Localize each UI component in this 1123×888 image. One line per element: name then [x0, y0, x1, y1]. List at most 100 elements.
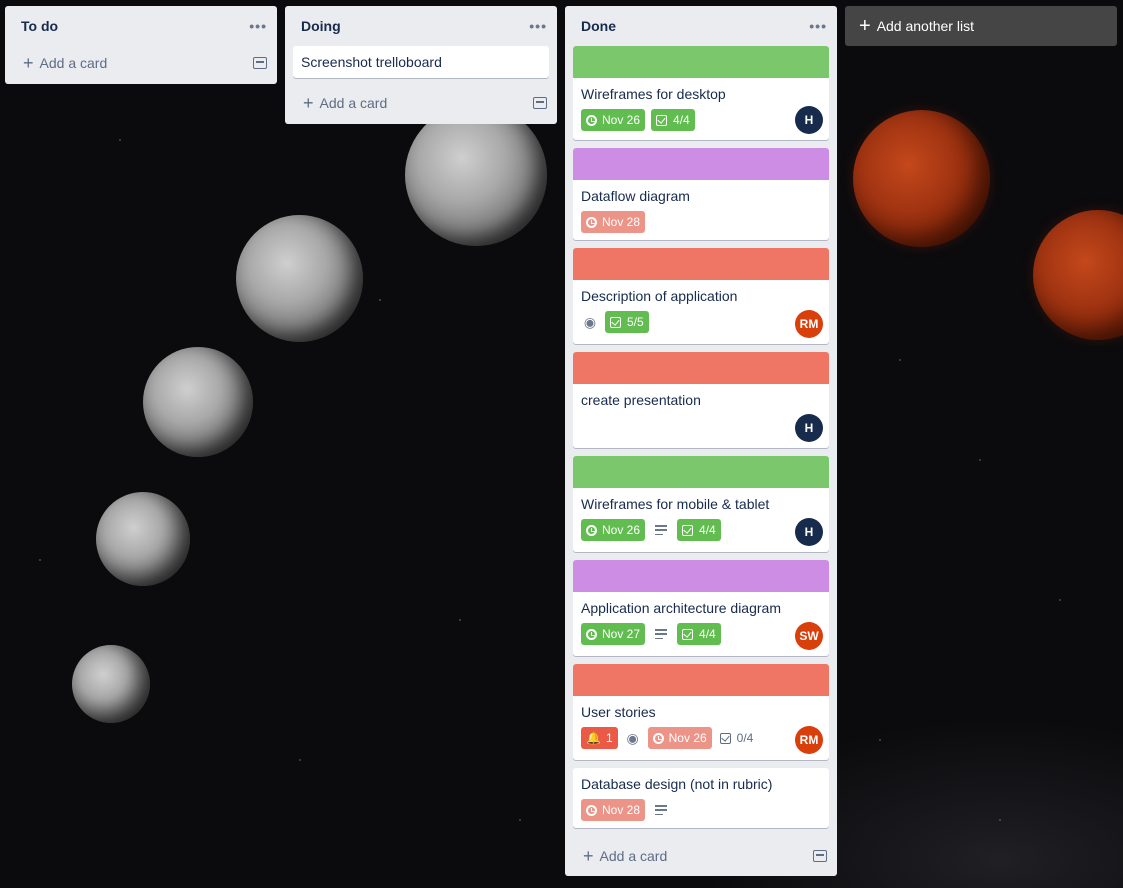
checklist-count: 4/4 — [673, 113, 690, 127]
list-menu-icon[interactable]: ••• — [249, 18, 267, 34]
add-card-button[interactable]: + Add a card — [565, 836, 837, 876]
due-date-badge[interactable]: Nov 26 — [647, 727, 712, 749]
avatar[interactable]: H — [795, 518, 823, 546]
list-done: Done ••• Wireframes for desktop Nov 26 4… — [565, 6, 837, 876]
avatar-initials: SW — [799, 629, 819, 643]
checklist-count: 4/4 — [699, 627, 716, 641]
plus-icon: + — [23, 52, 34, 73]
add-another-list-button[interactable]: + Add another list — [845, 6, 1117, 46]
list-to-do: To do ••• + Add a card — [5, 6, 277, 84]
card-cover — [573, 456, 829, 488]
list-menu-icon[interactable]: ••• — [529, 18, 547, 34]
avatar[interactable]: H — [795, 106, 823, 134]
card-title: User stories — [581, 704, 656, 720]
checklist-badge: 4/4 — [677, 623, 721, 645]
notification-badge[interactable]: 🔔 1 — [581, 727, 618, 749]
clock-icon — [652, 732, 664, 744]
due-date: Nov 27 — [602, 627, 641, 641]
notification-count: 1 — [605, 731, 613, 745]
moon-image — [96, 492, 190, 586]
add-card-label: Add a card — [39, 55, 108, 71]
moon-image — [405, 104, 547, 246]
checklist-badge: 5/5 — [605, 311, 649, 333]
card[interactable]: Wireframes for mobile & tablet Nov 26 4/… — [573, 456, 829, 552]
card[interactable]: Database design (not in rubric) Nov 28 — [573, 768, 829, 828]
red-moon-image — [1033, 210, 1123, 340]
checklist-badge: 0/4 — [718, 727, 756, 749]
list-header: Done ••• — [565, 6, 837, 46]
avatar-initials: RM — [799, 317, 819, 331]
plus-icon: + — [859, 14, 871, 37]
board-background — [0, 0, 1123, 888]
card-template-icon[interactable] — [253, 57, 267, 69]
due-date: Nov 26 — [602, 523, 641, 537]
due-date: Nov 28 — [602, 803, 641, 817]
list-title[interactable]: Doing — [301, 18, 341, 34]
card-title: Dataflow diagram — [581, 188, 690, 204]
checklist-count: 5/5 — [627, 315, 644, 329]
due-date-badge[interactable]: Nov 26 — [581, 109, 646, 131]
checklist-badge: 4/4 — [651, 109, 695, 131]
card-cover — [573, 46, 829, 78]
add-card-label: Add a card — [599, 848, 668, 864]
list-header: To do ••• — [5, 6, 277, 46]
avatar-initials: RM — [799, 733, 819, 747]
avatar-initials: H — [804, 525, 814, 539]
description-icon — [655, 525, 668, 535]
card-template-icon[interactable] — [533, 97, 547, 109]
add-card-button[interactable]: + Add a card — [5, 46, 277, 80]
list-title[interactable]: To do — [21, 18, 58, 34]
moon-image — [236, 215, 363, 342]
clock-icon — [586, 804, 597, 816]
avatar[interactable]: H — [795, 414, 823, 442]
card[interactable]: User stories 🔔 1 ◉ Nov 26 0/4 RM — [573, 664, 829, 760]
clock-icon — [586, 524, 597, 536]
add-card-label: Add a card — [319, 95, 388, 111]
clock-icon — [586, 216, 597, 228]
card-title: Wireframes for desktop — [581, 86, 726, 102]
card-title: Description of application — [581, 288, 738, 304]
card-title: Wireframes for mobile & tablet — [581, 496, 770, 512]
moon-image — [143, 347, 253, 457]
plus-icon: + — [583, 845, 594, 866]
description-icon — [655, 805, 668, 815]
card[interactable]: Dataflow diagram Nov 28 — [573, 148, 829, 240]
due-date: Nov 28 — [602, 215, 641, 229]
card[interactable]: Wireframes for desktop Nov 26 4/4 H — [573, 46, 829, 140]
avatar[interactable]: SW — [795, 622, 823, 650]
due-date: Nov 26 — [602, 113, 641, 127]
moon-image — [72, 645, 150, 723]
list-doing: Doing ••• Screenshot trelloboard + Add a … — [285, 6, 557, 124]
card-cover — [573, 248, 829, 280]
card[interactable]: Description of application ◉ 5/5 RM — [573, 248, 829, 344]
list-menu-icon[interactable]: ••• — [809, 18, 827, 34]
plus-icon: + — [303, 92, 314, 113]
add-list-label: Add another list — [876, 18, 974, 34]
red-moon-image — [853, 110, 990, 247]
avatar-initials: H — [804, 113, 814, 127]
bell-icon: 🔔 — [586, 731, 601, 745]
card-cover — [573, 352, 829, 384]
card-template-icon[interactable] — [813, 850, 827, 862]
card-cover — [573, 148, 829, 180]
due-date-badge[interactable]: Nov 26 — [581, 519, 646, 541]
card-cover — [573, 560, 829, 592]
clock-icon — [586, 114, 597, 126]
avatar[interactable]: RM — [795, 726, 823, 754]
checklist-icon — [656, 114, 668, 126]
card-title: Application architecture diagram — [581, 600, 781, 616]
card[interactable]: create presentation H — [573, 352, 829, 448]
avatar[interactable]: RM — [795, 310, 823, 338]
due-date-badge[interactable]: Nov 28 — [581, 799, 646, 821]
card[interactable]: Application architecture diagram Nov 27 … — [573, 560, 829, 656]
card[interactable]: Screenshot trelloboard — [293, 46, 549, 78]
list-title[interactable]: Done — [581, 18, 616, 34]
due-date-badge[interactable]: Nov 28 — [581, 211, 646, 233]
card-title: Screenshot trelloboard — [301, 54, 442, 70]
checklist-icon — [682, 524, 694, 536]
list-header: Doing ••• — [285, 6, 557, 46]
checklist-icon — [610, 316, 621, 328]
card-title: Database design (not in rubric) — [581, 776, 773, 792]
add-card-button[interactable]: + Add a card — [285, 86, 557, 120]
due-date-badge[interactable]: Nov 27 — [581, 623, 646, 645]
